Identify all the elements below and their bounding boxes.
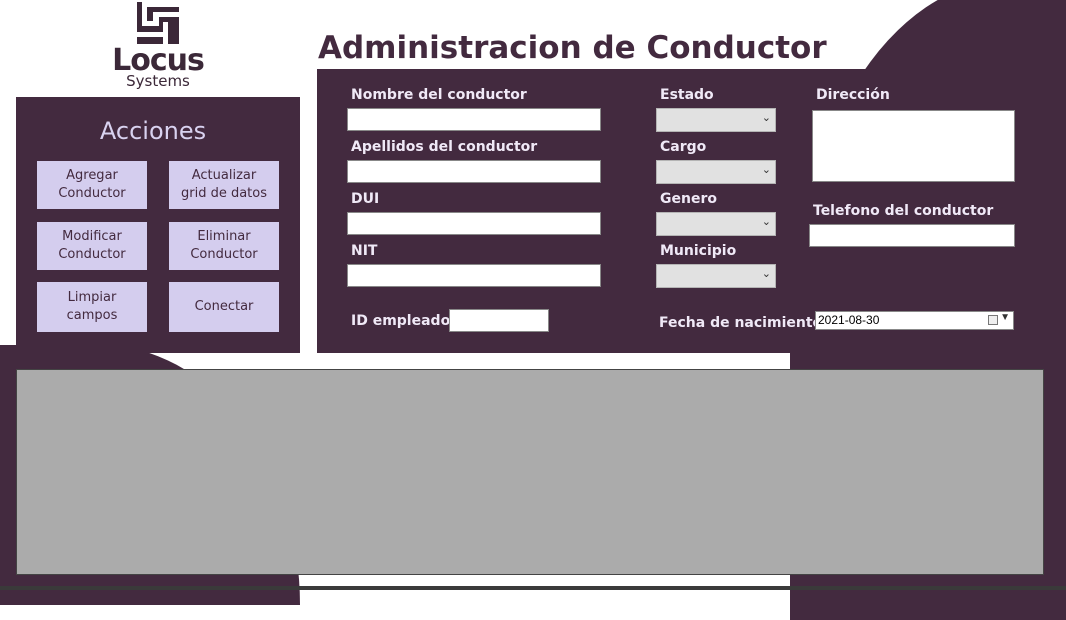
add-driver-button[interactable]: Agregar Conductor (37, 161, 147, 209)
connect-button[interactable]: Conectar (169, 282, 279, 332)
telefono-label: Telefono del conductor (813, 203, 994, 219)
actions-heading: Acciones (99, 117, 207, 145)
estado-select[interactable]: ⌄ (656, 108, 776, 132)
bottom-border (0, 586, 1066, 590)
id-empleado-input[interactable] (449, 309, 549, 332)
dui-label: DUI (351, 191, 380, 207)
data-grid[interactable] (16, 369, 1044, 575)
chevron-down-icon: ⌄ (761, 215, 771, 228)
chevron-down-icon: ⌄ (761, 111, 771, 124)
logo-subtitle: Systems (126, 72, 190, 90)
id-empleado-label: ID empleado (351, 313, 451, 329)
clear-fields-button[interactable]: Limpiar campos (37, 282, 147, 332)
actions-panel: Acciones Agregar Conductor Actualizar gr… (16, 97, 300, 353)
chevron-down-icon: ⌄ (761, 267, 771, 280)
genero-select[interactable]: ⌄ (656, 212, 776, 236)
direccion-textarea[interactable] (812, 110, 1015, 182)
calendar-icon[interactable] (988, 315, 998, 325)
apellidos-input[interactable] (347, 160, 601, 183)
municipio-select[interactable]: ⌄ (656, 264, 776, 288)
delete-driver-button[interactable]: Eliminar Conductor (169, 222, 279, 270)
fecha-nacimiento-picker[interactable]: 2021-08-30 ▼ (815, 311, 1014, 330)
dui-input[interactable] (347, 212, 601, 235)
fecha-value: 2021-08-30 (818, 313, 880, 327)
chevron-down-icon: ⌄ (761, 163, 771, 176)
apellidos-label: Apellidos del conductor (351, 139, 538, 155)
fecha-label: Fecha de nacimiento (659, 315, 823, 331)
direccion-label: Dirección (816, 87, 890, 103)
cargo-label: Cargo (660, 139, 707, 155)
municipio-label: Municipio (660, 243, 737, 259)
dropdown-arrow-icon[interactable]: ▼ (1000, 312, 1010, 323)
driver-form-panel: Nombre del conductor Apellidos del condu… (317, 69, 1044, 353)
nombre-input[interactable] (347, 108, 601, 131)
modify-driver-button[interactable]: Modificar Conductor (37, 222, 147, 270)
telefono-input[interactable] (809, 224, 1015, 247)
locus-logo-icon (137, 2, 179, 44)
page-title: Administracion de Conductor (318, 30, 827, 66)
nit-label: NIT (351, 243, 378, 259)
nit-input[interactable] (347, 264, 601, 287)
locus-logo: Locus Systems (108, 2, 208, 92)
estado-label: Estado (660, 87, 714, 103)
nombre-label: Nombre del conductor (351, 87, 527, 103)
genero-label: Genero (660, 191, 717, 207)
cargo-select[interactable]: ⌄ (656, 160, 776, 184)
refresh-grid-button[interactable]: Actualizar grid de datos (169, 161, 279, 209)
